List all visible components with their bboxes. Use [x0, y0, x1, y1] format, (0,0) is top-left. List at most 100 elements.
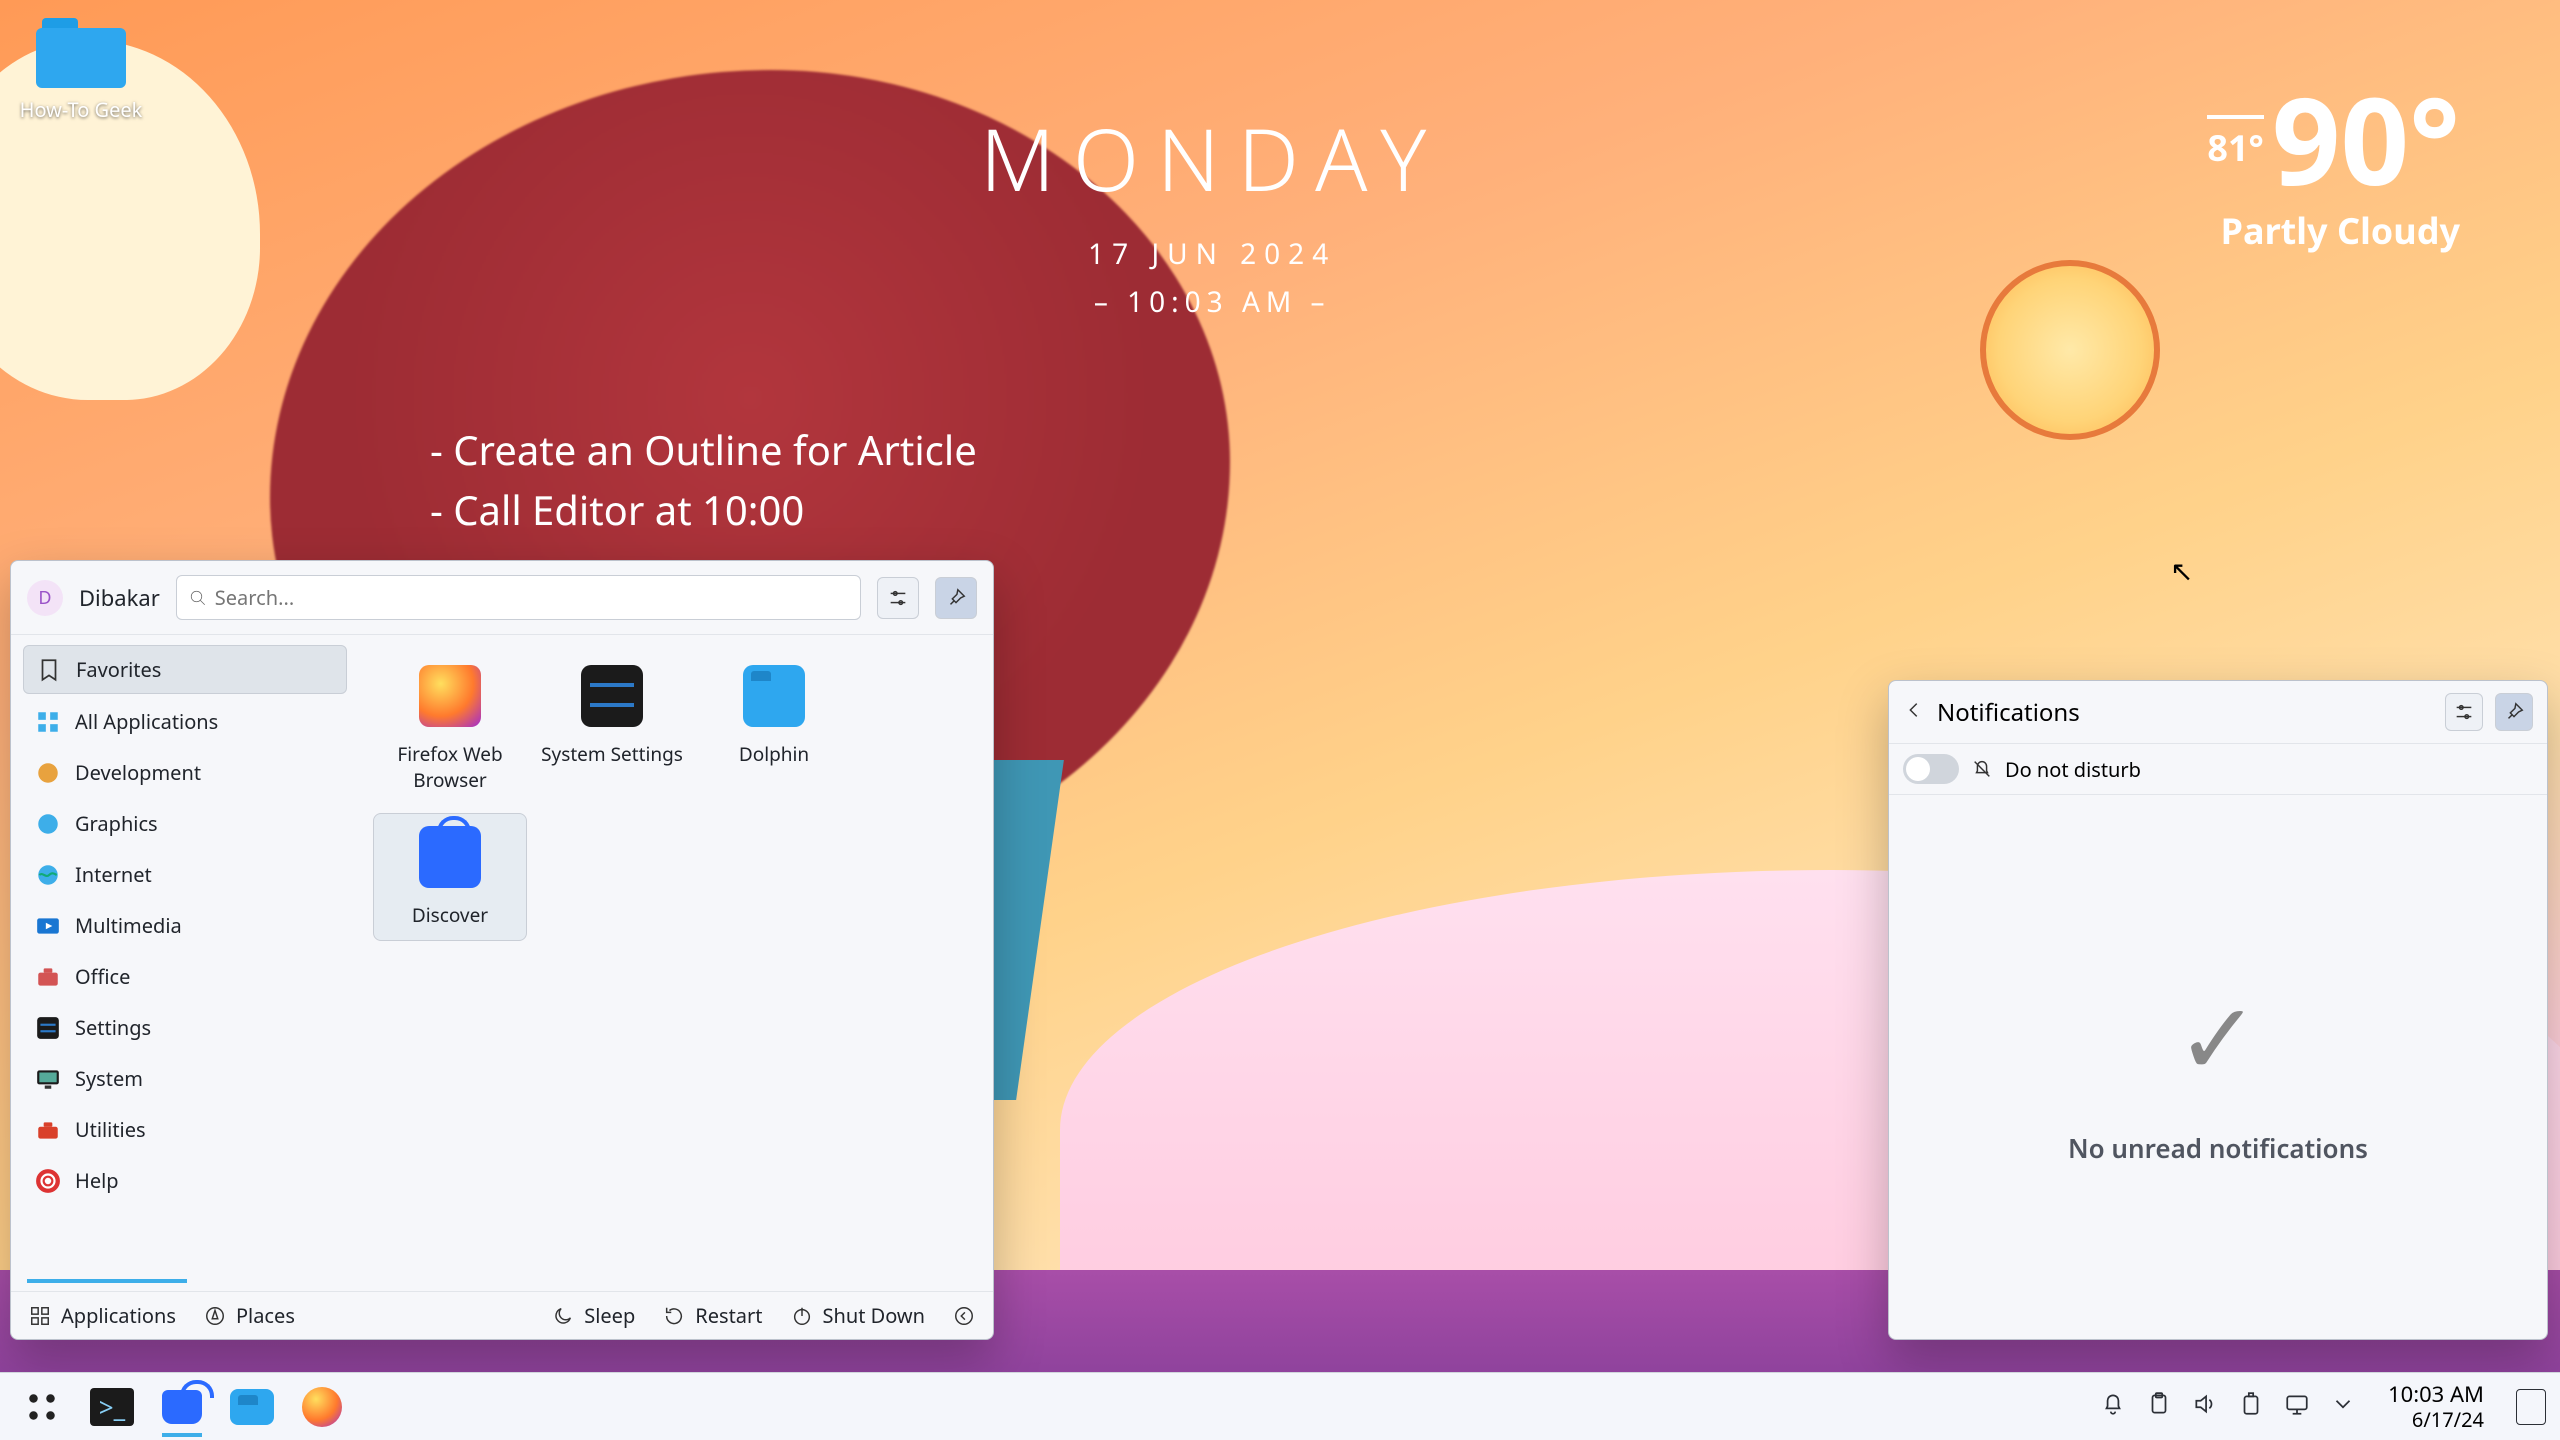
notifications-panel: Notifications Do not disturb ✓ No unread…	[1888, 680, 2548, 1340]
category-multimedia[interactable]: Multimedia	[23, 902, 347, 949]
tab-applications[interactable]: Applications	[29, 1302, 176, 1329]
discover-icon	[162, 1390, 202, 1424]
category-settings[interactable]: Settings	[23, 1004, 347, 1051]
date-label: 17 JUN 2024	[980, 235, 1444, 273]
todo-item: - Create an Outline for Article	[430, 420, 977, 480]
clipboard-icon	[2146, 1391, 2172, 1417]
app-discover[interactable]: Discover	[373, 813, 527, 941]
grid-icon	[35, 709, 61, 735]
discover-icon	[419, 826, 481, 888]
notifications-title: Notifications	[1937, 696, 2080, 729]
pin-notifications-button[interactable]	[2495, 693, 2533, 731]
category-internet[interactable]: Internet	[23, 851, 347, 898]
pin-icon	[2503, 701, 2525, 723]
username-label: Dibakar	[79, 583, 160, 613]
category-office[interactable]: Office	[23, 953, 347, 1000]
kde-logo-icon	[25, 1390, 59, 1424]
tray-expand[interactable]	[2330, 1391, 2356, 1422]
app-system-settings[interactable]: System Settings	[535, 653, 689, 805]
chevron-left-icon	[953, 1305, 975, 1327]
desktop-folder-label: How-To Geek	[16, 96, 146, 123]
todo-item: - Call Editor at 10:00	[430, 480, 977, 540]
play-icon	[35, 913, 61, 939]
mouse-cursor: ↖	[2170, 552, 2193, 590]
user-avatar[interactable]: D	[27, 580, 63, 616]
battery-icon	[2238, 1391, 2264, 1417]
globe-icon	[35, 811, 61, 837]
task-konsole[interactable]: >_	[84, 1383, 140, 1431]
clock-date: 6/17/24	[2388, 1408, 2484, 1432]
category-development[interactable]: Development	[23, 749, 347, 796]
apps-icon	[29, 1305, 51, 1327]
network-icon	[2284, 1391, 2310, 1417]
moon-icon	[552, 1305, 574, 1327]
time-label: – 10:03 AM –	[980, 283, 1444, 321]
category-all-applications[interactable]: All Applications	[23, 698, 347, 745]
app-dolphin[interactable]: Dolphin	[697, 653, 851, 805]
earth-icon	[35, 862, 61, 888]
folder-icon	[36, 18, 126, 88]
tray-volume[interactable]	[2192, 1391, 2218, 1422]
back-button[interactable]	[1903, 696, 1925, 729]
tray-battery[interactable]	[2238, 1391, 2264, 1422]
weather-low: 81°	[2207, 115, 2263, 172]
firefox-icon	[302, 1387, 342, 1427]
clock-time: 10:03 AM	[2388, 1381, 2484, 1407]
lifebuoy-icon	[35, 1168, 61, 1194]
monitor-icon	[35, 1066, 61, 1092]
app-grid: Firefox Web Browser System Settings Dolp…	[355, 635, 993, 1291]
dolphin-icon	[743, 665, 805, 727]
volume-icon	[2192, 1391, 2218, 1417]
do-not-disturb-toggle[interactable]	[1903, 754, 1959, 784]
search-input[interactable]	[215, 584, 848, 611]
bell-off-icon	[1971, 758, 1993, 780]
taskbar-clock[interactable]: 10:03 AM 6/17/24	[2388, 1381, 2484, 1431]
restart-icon	[663, 1305, 685, 1327]
toolbox-icon	[35, 1117, 61, 1143]
day-widget: MONDAY 17 JUN 2024 – 10:03 AM –	[980, 100, 1444, 321]
search-field[interactable]	[176, 575, 861, 620]
task-discover[interactable]	[154, 1383, 210, 1431]
power-restart[interactable]: Restart	[663, 1302, 762, 1329]
power-shutdown[interactable]: Shut Down	[791, 1302, 926, 1329]
todo-widget: - Create an Outline for Article - Call E…	[430, 420, 977, 540]
pin-icon	[945, 587, 967, 609]
chevron-left-icon	[1903, 699, 1925, 721]
app-firefox[interactable]: Firefox Web Browser	[373, 653, 527, 805]
chevron-down-icon	[2330, 1391, 2356, 1417]
configure-notifications-button[interactable]	[2445, 693, 2483, 731]
show-desktop-button[interactable]	[2516, 1389, 2546, 1425]
leave-more[interactable]	[953, 1305, 975, 1327]
power-sleep[interactable]: Sleep	[552, 1302, 635, 1329]
tray-network[interactable]	[2284, 1391, 2310, 1422]
search-icon	[189, 589, 207, 607]
dolphin-icon	[230, 1389, 274, 1425]
tab-places[interactable]: Places	[204, 1302, 295, 1329]
category-graphics[interactable]: Graphics	[23, 800, 347, 847]
day-of-week: MONDAY	[980, 100, 1444, 217]
configure-button[interactable]	[877, 577, 919, 619]
launcher-footer: Applications Places Sleep Restart Shut D…	[11, 1291, 993, 1339]
category-system[interactable]: System	[23, 1055, 347, 1102]
taskbar: >_ 10:03 AM 6/17/24	[0, 1372, 2560, 1440]
category-favorites[interactable]: Favorites	[23, 645, 347, 694]
system-settings-icon	[581, 665, 643, 727]
tray-clipboard[interactable]	[2146, 1391, 2172, 1422]
category-utilities[interactable]: Utilities	[23, 1106, 347, 1153]
sliders-icon	[2453, 701, 2475, 723]
sliders-icon	[887, 587, 909, 609]
no-notifications-label: No unread notifications	[2068, 1130, 2368, 1166]
system-tray	[2100, 1391, 2356, 1422]
check-icon: ✓	[2176, 968, 2260, 1104]
power-icon	[791, 1305, 813, 1327]
start-button[interactable]	[14, 1383, 70, 1431]
pin-button[interactable]	[935, 577, 977, 619]
briefcase-icon	[35, 964, 61, 990]
desktop-folder-howtogeek[interactable]: How-To Geek	[16, 18, 146, 123]
category-help[interactable]: Help	[23, 1157, 347, 1204]
task-dolphin[interactable]	[224, 1383, 280, 1431]
firefox-icon	[419, 665, 481, 727]
tray-notifications[interactable]	[2100, 1391, 2126, 1422]
task-firefox[interactable]	[294, 1383, 350, 1431]
do-not-disturb-label: Do not disturb	[2005, 756, 2141, 783]
